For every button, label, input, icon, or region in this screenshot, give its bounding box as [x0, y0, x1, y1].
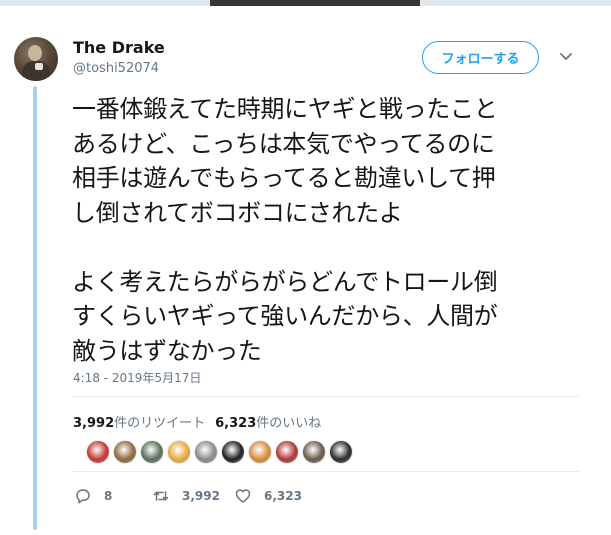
like-count: 6,323	[264, 489, 302, 503]
like-button[interactable]: 6,323	[234, 487, 302, 505]
retweet-button[interactable]: 3,992	[152, 487, 220, 505]
avatar-brown[interactable]	[113, 440, 137, 464]
follow-button[interactable]: フォローする	[422, 41, 539, 74]
tweet-timestamp[interactable]: 4:18 - 2019年5月17日	[73, 369, 201, 386]
reply-count: 8	[104, 489, 113, 503]
tweet-text-line: 相手は遊んでもらってると勘違いして押	[72, 164, 496, 192]
reply-icon	[76, 489, 90, 504]
tweet-text-paragraph-gap	[72, 230, 577, 265]
tweet-stats: 3,992件のリツイート 6,323件のいいね	[73, 412, 321, 431]
tweet-text-line: あるけど、こっちは本気でやってるのに	[72, 129, 495, 158]
avatar-dark-brown[interactable]	[302, 440, 326, 464]
tweet-text-line: し倒されてボコボコにされたよ	[72, 198, 403, 227]
avatar-cup	[35, 63, 43, 70]
avatar-figure-face	[28, 45, 42, 61]
retweet-count: 3,992	[182, 489, 220, 503]
like-stat-count: 6,323	[215, 416, 257, 431]
retweet-icon	[153, 491, 169, 501]
avatar-green[interactable]	[140, 440, 164, 464]
avatar-crimson[interactable]	[275, 440, 299, 464]
tweet-text-line: よく考えたらがらがらどんでトロール倒	[72, 267, 498, 296]
divider	[72, 471, 580, 472]
like-stat-label: 件のいいね	[256, 416, 322, 431]
heart-icon	[235, 489, 251, 503]
avatar-red[interactable]	[86, 440, 110, 464]
retweet-stat-count: 3,992	[73, 416, 115, 431]
previous-tweet-media-edge	[210, 0, 420, 6]
avatar-charcoal[interactable]	[329, 440, 353, 464]
author-avatar[interactable]	[14, 37, 58, 81]
like-stat[interactable]: 6,323件のいいね	[215, 416, 321, 431]
top-strip	[0, 0, 611, 6]
retweet-stat[interactable]: 3,992件のリツイート	[73, 416, 205, 431]
tweet-text: 一番体鍛えてた時期にヤギと戦ったこと あるけど、こっちは本気でやってるのに 相手…	[72, 92, 577, 368]
thread-line	[33, 86, 37, 530]
tweet-text-line: すくらいヤギって強いんだから、人間が	[72, 302, 498, 330]
divider	[72, 396, 580, 397]
author-name[interactable]: The Drake	[73, 38, 165, 57]
avatar-black[interactable]	[221, 440, 245, 464]
tweet-text-line: 一番体鍛えてた時期にヤギと戦ったこと	[72, 95, 498, 123]
author-handle[interactable]: @toshi52074	[73, 61, 159, 76]
tweet-text-line: 敵うはずなかった	[72, 336, 262, 365]
avatar-gray[interactable]	[194, 440, 218, 464]
avatar-yellow[interactable]	[167, 440, 191, 464]
avatar-orange[interactable]	[248, 440, 272, 464]
retweet-stat-label: 件のリツイート	[114, 416, 206, 431]
chevron-down-icon[interactable]	[558, 50, 574, 64]
reply-button[interactable]: 8	[74, 487, 112, 505]
